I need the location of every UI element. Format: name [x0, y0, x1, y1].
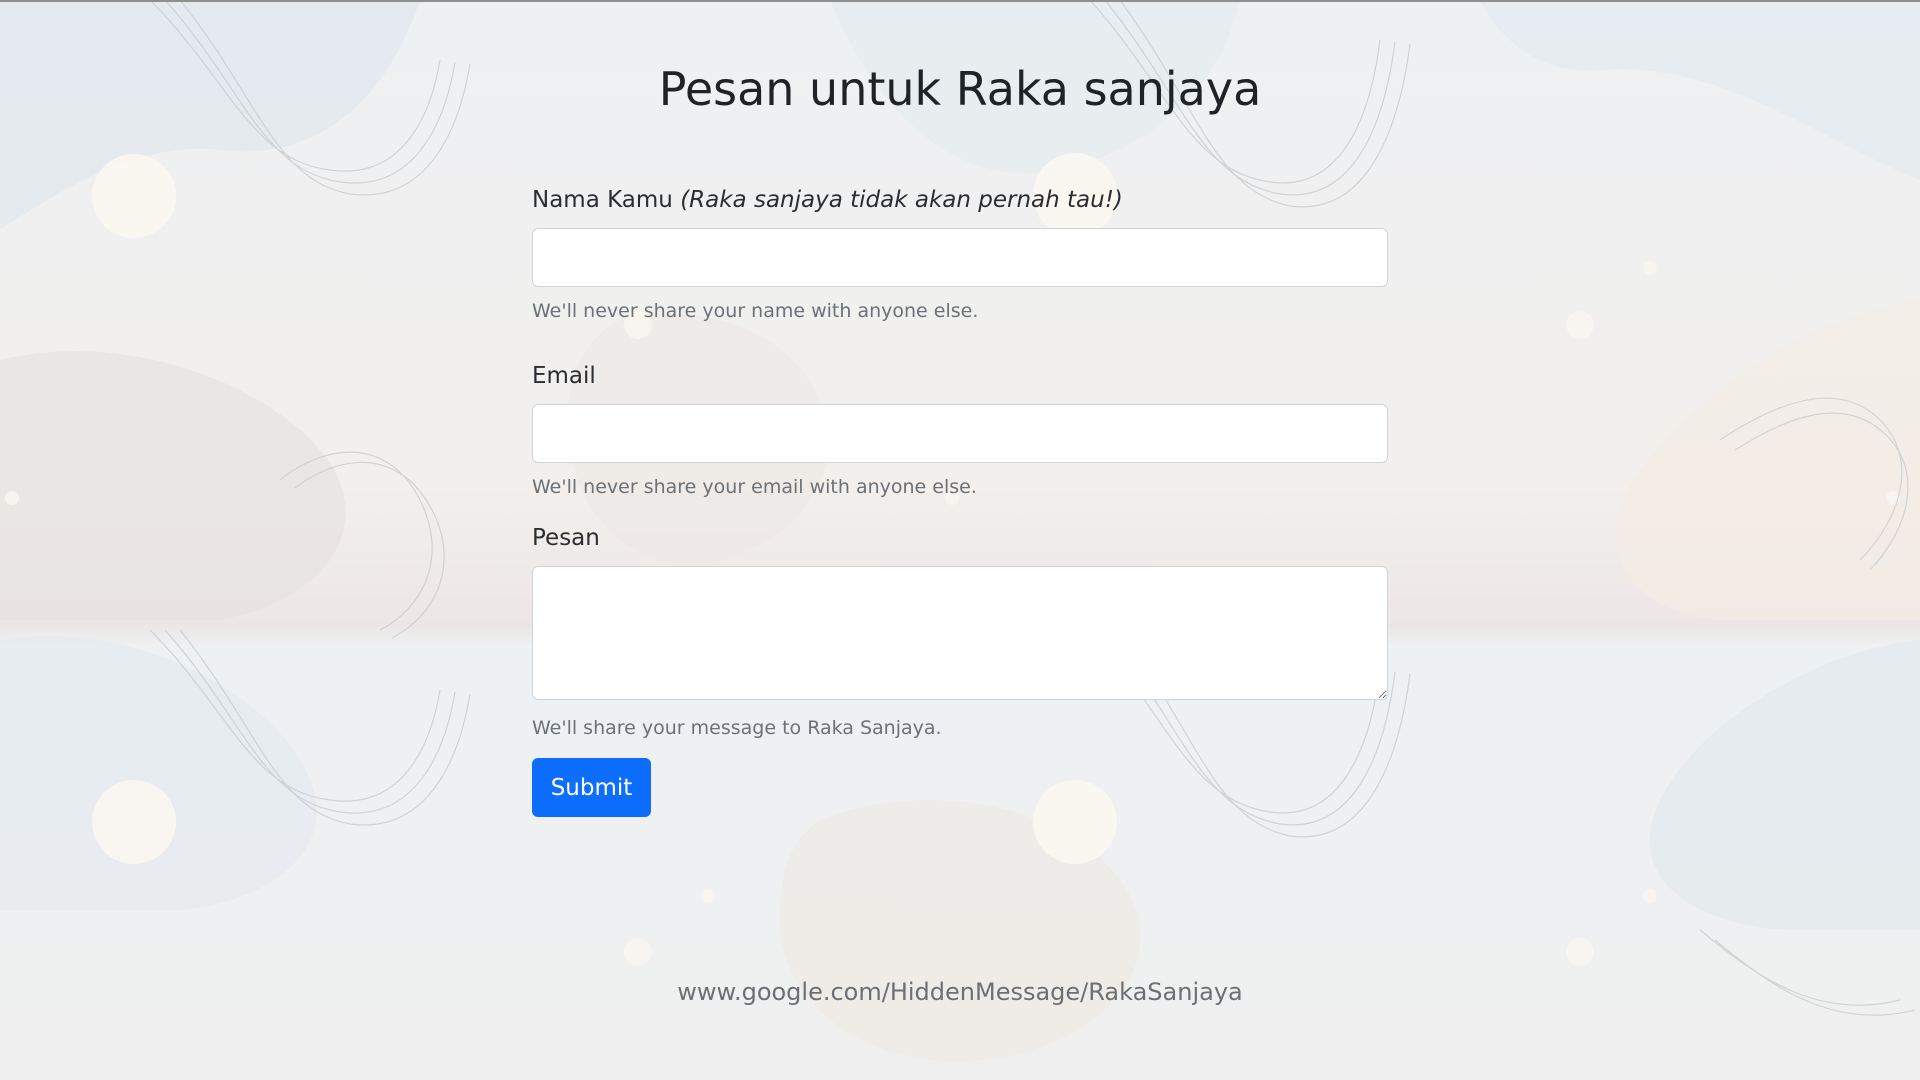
name-field-group: Nama Kamu (Raka sanjaya tidak akan perna…	[532, 186, 1388, 324]
email-field-group: Email We'll never share your email with …	[532, 362, 1388, 500]
submit-button[interactable]: Submit	[532, 758, 651, 817]
footer-url: www.google.com/HiddenMessage/RakaSanjaya	[677, 978, 1243, 1006]
top-border-line	[0, 0, 1920, 2]
email-help-text: We'll never share your email with anyone…	[532, 475, 977, 498]
message-help-text: We'll share your message to Raka Sanjaya…	[532, 716, 942, 739]
page-background: Pesan untuk Raka sanjaya Nama Kamu (Raka…	[0, 0, 1920, 1080]
email-input[interactable]	[532, 403, 1388, 463]
name-label-note: (Raka sanjaya tidak akan pernah tau!)	[680, 187, 1123, 213]
page-title: Pesan untuk Raka sanjaya	[658, 62, 1262, 116]
message-field-group: Pesan We'll share your message to Raka S…	[532, 524, 1388, 741]
name-input[interactable]	[532, 227, 1388, 287]
name-label-text: Nama Kamu	[532, 187, 673, 213]
name-help-text: We'll never share your name with anyone …	[532, 299, 979, 322]
message-field-label: Pesan	[532, 525, 600, 551]
message-textarea[interactable]	[532, 565, 1388, 700]
email-field-label: Email	[532, 363, 596, 389]
name-field-label: Nama Kamu (Raka sanjaya tidak akan perna…	[532, 186, 1388, 216]
